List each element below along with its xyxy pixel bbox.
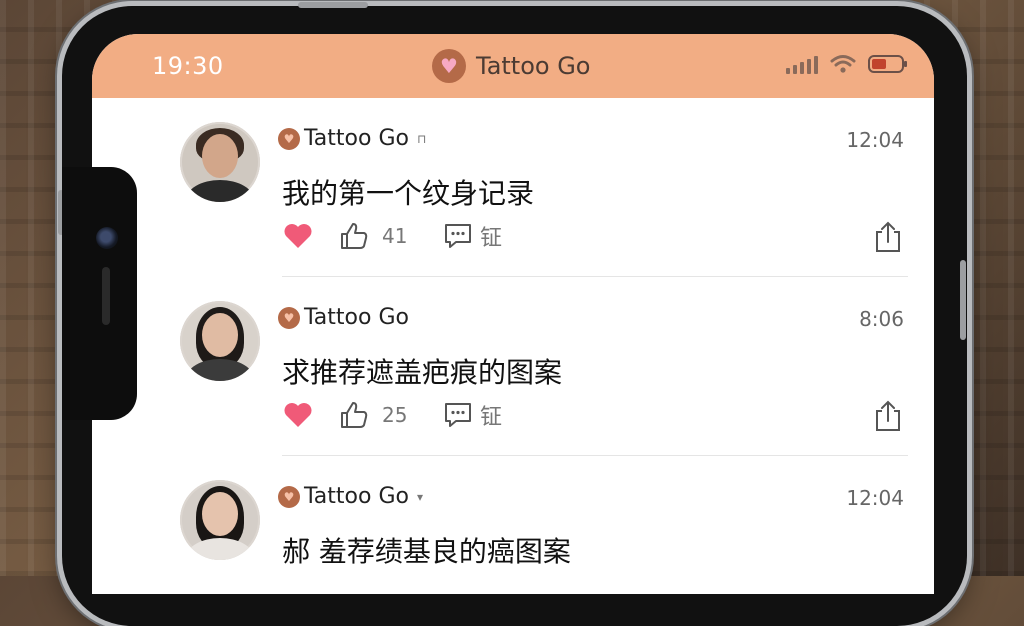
camera-icon bbox=[96, 227, 118, 249]
author-suffix: ▾ bbox=[416, 489, 423, 504]
post-text[interactable]: 求推荐遮盖疤痕的图案 bbox=[282, 351, 562, 391]
comment-icon[interactable] bbox=[442, 220, 474, 252]
post-item[interactable]: ♥ Tattoo Go ⊓ 12:04 我的第一个纹身记录 41 钲 bbox=[92, 98, 934, 277]
side-button bbox=[960, 260, 966, 340]
avatar[interactable] bbox=[180, 122, 260, 202]
post-time: 12:04 bbox=[846, 128, 904, 152]
top-button bbox=[298, 2, 368, 8]
author-suffix: ⊓ bbox=[416, 131, 427, 146]
author-row: ♥ Tattoo Go bbox=[278, 305, 417, 330]
author-name[interactable]: Tattoo Go bbox=[304, 126, 409, 151]
display-notch bbox=[62, 167, 137, 420]
post-actions: 41 钲 bbox=[282, 218, 502, 254]
author-name[interactable]: Tattoo Go bbox=[304, 484, 409, 509]
post-item[interactable]: ♥ Tattoo Go 8:06 求推荐遮盖疤痕的图案 25 钲 bbox=[92, 277, 934, 456]
clock: 19:30 bbox=[152, 52, 224, 80]
heart-icon[interactable] bbox=[282, 220, 314, 252]
battery-icon bbox=[868, 55, 907, 73]
heart-icon[interactable] bbox=[282, 399, 314, 431]
post-text[interactable]: 我的第一个纹身记录 bbox=[282, 172, 534, 212]
author-logo-icon: ♥ bbox=[278, 306, 300, 329]
author-logo-icon: ♥ bbox=[278, 485, 300, 508]
app-screen: 19:30 ♥ Tattoo Go ♥ Tattoo Go ⊓ 12:04 我的… bbox=[92, 34, 934, 594]
author-row: ♥ Tattoo Go ⊓ bbox=[278, 126, 426, 151]
post-actions: 25 钲 bbox=[282, 397, 502, 433]
status-bar: 19:30 ♥ Tattoo Go bbox=[92, 34, 934, 98]
comment-label[interactable]: 钲 bbox=[480, 220, 502, 252]
post-item[interactable]: ♥ Tattoo Go ▾ 12:04 郝 羞荐绩基良的癌图案 bbox=[92, 456, 934, 594]
thumbs-up-icon[interactable] bbox=[338, 220, 370, 252]
avatar[interactable] bbox=[180, 301, 260, 381]
signal-icon bbox=[786, 54, 818, 74]
avatar[interactable] bbox=[180, 480, 260, 560]
post-text[interactable]: 郝 羞荐绩基良的癌图案 bbox=[282, 530, 571, 570]
thumbs-up-icon[interactable] bbox=[338, 399, 370, 431]
like-count: 25 bbox=[382, 403, 408, 427]
comment-icon[interactable] bbox=[442, 399, 474, 431]
share-icon[interactable] bbox=[872, 220, 904, 254]
share-icon[interactable] bbox=[872, 399, 904, 433]
app-title: Tattoo Go bbox=[476, 52, 591, 80]
post-time: 8:06 bbox=[859, 307, 904, 331]
comment-label[interactable]: 钲 bbox=[480, 399, 502, 431]
wifi-icon bbox=[830, 55, 856, 73]
app-logo-icon: ♥ bbox=[432, 49, 466, 83]
like-count: 41 bbox=[382, 224, 408, 248]
speaker-grille bbox=[102, 267, 110, 325]
author-logo-icon: ♥ bbox=[278, 127, 300, 150]
status-icons bbox=[786, 54, 907, 74]
author-row: ♥ Tattoo Go ▾ bbox=[278, 484, 423, 509]
app-header: ♥ Tattoo Go bbox=[432, 49, 591, 83]
post-feed[interactable]: ♥ Tattoo Go ⊓ 12:04 我的第一个纹身记录 41 钲 ♥ Tat… bbox=[92, 98, 934, 594]
post-time: 12:04 bbox=[846, 486, 904, 510]
author-name[interactable]: Tattoo Go bbox=[304, 305, 409, 330]
